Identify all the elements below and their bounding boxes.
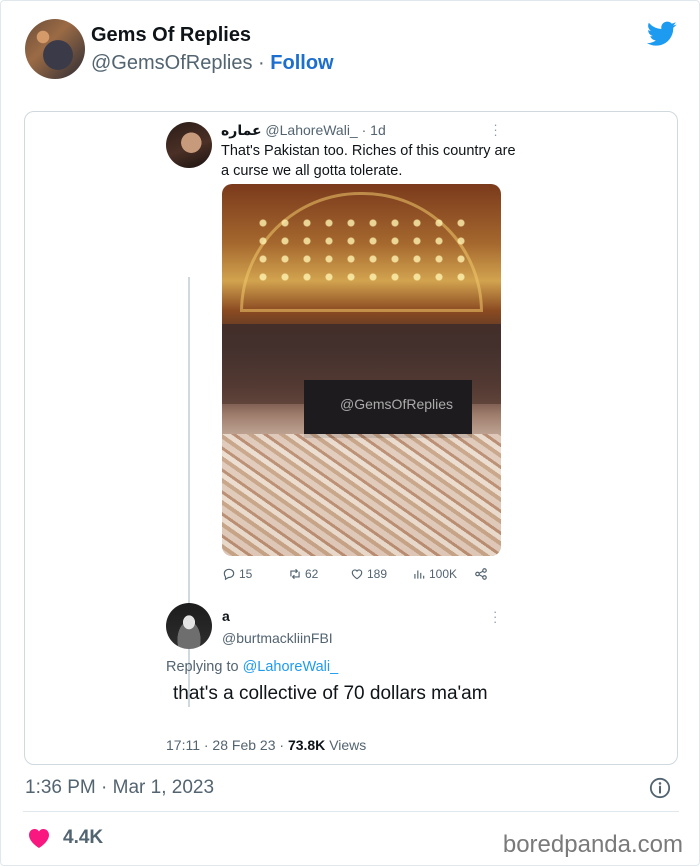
embedded-screenshot[interactable]: عماره @LahoreWali_ · 1d · · · That's Pakis…	[24, 111, 678, 765]
reply-views-count: 73.8K	[287, 737, 326, 753]
replying-to-handle: @LahoreWali_	[242, 659, 339, 675]
tweet-timestamp[interactable]: 1:36 PM · Mar 1, 2023	[25, 777, 214, 799]
like-action[interactable]: 4.4K	[27, 827, 103, 849]
heart-icon[interactable]	[27, 827, 51, 849]
quoted-tweet-age: 1d	[370, 122, 386, 138]
like-count-value: 189	[367, 567, 388, 581]
reply-count: 15	[222, 567, 252, 581]
view-count: 100K	[412, 567, 457, 581]
tweet-header: Gems Of Replies @GemsOfReplies · Follow	[25, 19, 677, 81]
footer-divider	[23, 811, 679, 812]
heart-outline-icon	[351, 569, 363, 580]
quoted-author-name: عماره	[221, 122, 262, 138]
photo-banknotes-floor	[222, 434, 501, 556]
info-icon[interactable]	[649, 777, 671, 799]
like-count: 4.4K	[63, 827, 104, 848]
brand-watermark: boredpanda.com	[502, 831, 683, 858]
reply-views-label: Views	[329, 737, 367, 753]
quoted-tweet-actions: 15 62 189 100K	[222, 567, 501, 585]
reply-time: 17:11 · 28 Feb 23 ·	[166, 737, 285, 753]
quoted-author-handle: @LahoreWali_	[265, 122, 358, 138]
retweet-count-value: 62	[305, 567, 319, 581]
retweet-icon	[290, 568, 300, 580]
retweet-count: 62	[288, 567, 318, 581]
follow-button[interactable]: Follow	[270, 52, 333, 74]
author-handle[interactable]: @GemsOfReplies	[91, 52, 252, 74]
author-avatar[interactable]	[25, 19, 85, 79]
reply-more-options-icon: · · ·	[493, 604, 498, 629]
reply-author-name: a	[222, 608, 230, 624]
like-count-quoted: 189	[350, 567, 387, 581]
photo-chandeliers	[252, 214, 472, 284]
author-handle-row: @GemsOfReplies · Follow	[91, 52, 334, 75]
replying-to: Replying to @LahoreWali_	[166, 659, 338, 675]
share-icon	[475, 568, 487, 580]
quoted-tweet-text: That's Pakistan too. Riches of this coun…	[221, 143, 516, 179]
reply-meta: 17:11 · 28 Feb 23 · 73.8K Views	[166, 737, 366, 753]
reply-author-handle: @burtmackliinFBI	[222, 630, 333, 646]
meta-separator: ·	[361, 122, 367, 138]
author-name[interactable]: Gems Of Replies	[91, 24, 251, 47]
reply-icon	[223, 568, 235, 581]
quoted-author-avatar	[166, 122, 212, 168]
quoted-tweet-meta: عماره @LahoreWali_ · 1d	[221, 122, 386, 139]
replying-to-prefix: Replying to	[166, 659, 239, 675]
view-count-value: 100K	[429, 567, 458, 581]
reply-author-avatar	[166, 603, 212, 649]
handle-separator: ·	[258, 52, 265, 74]
analytics-icon	[414, 570, 425, 579]
photo-watermark: @GemsOfReplies	[340, 396, 454, 412]
share	[474, 567, 488, 581]
tweet-card: Gems Of Replies @GemsOfReplies · Follow …	[0, 0, 700, 866]
reply-count-value: 15	[239, 567, 253, 581]
more-options-icon: · · ·	[493, 117, 497, 142]
reply-text: that's a collective of 70 dollars ma'am	[173, 683, 488, 704]
twitter-bird-icon[interactable]	[647, 21, 677, 47]
quoted-tweet-photo: @GemsOfReplies	[222, 184, 501, 556]
